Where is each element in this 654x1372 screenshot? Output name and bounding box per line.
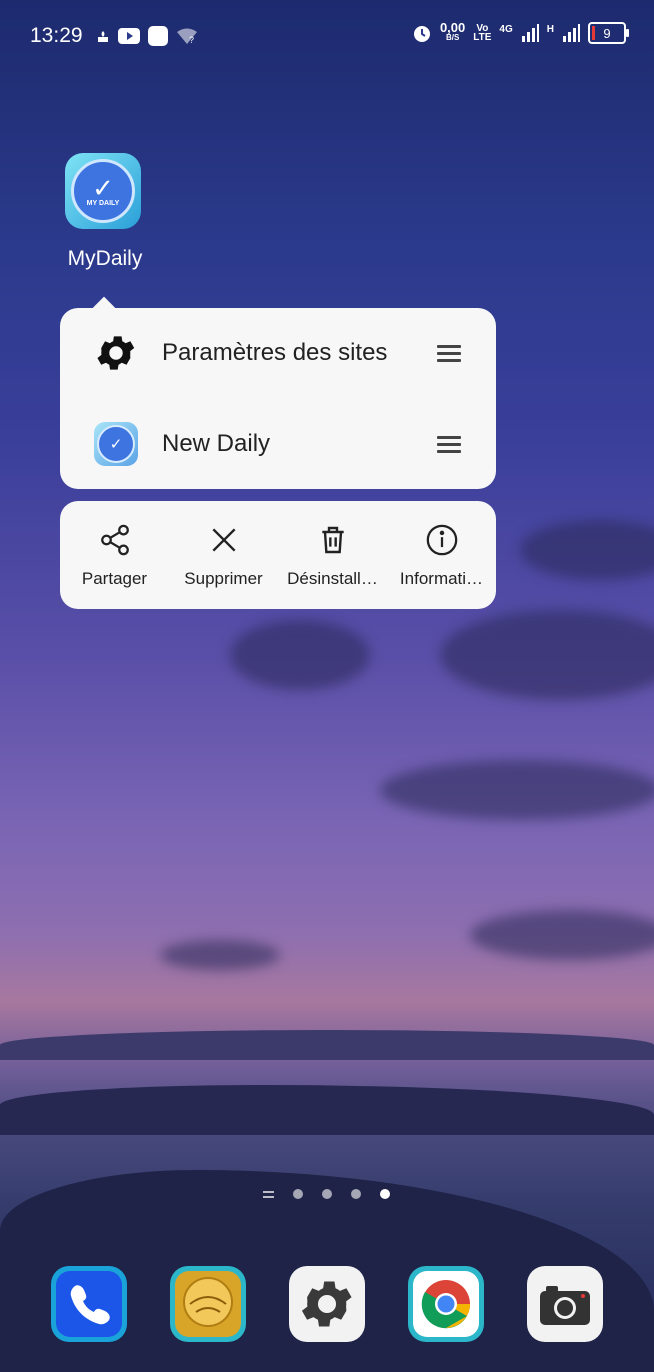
alarm-icon (413, 26, 430, 42)
share-icon (98, 521, 132, 559)
action-label: Désinstall… (287, 569, 378, 588)
shortcut-menu: Paramètres des sites ✓ New Daily (60, 308, 496, 489)
close-icon (208, 521, 240, 559)
status-bar: 13:29 ? 0,00 B/S Vo LTE 4G H 9 (0, 0, 654, 72)
shortcut-new-daily[interactable]: ✓ New Daily (60, 399, 496, 489)
mosque-icon (98, 31, 108, 42)
notification-icons: ? (96, 26, 198, 46)
svg-text:?: ? (189, 35, 194, 45)
dock-chrome[interactable] (408, 1266, 484, 1342)
dock-camera[interactable] (527, 1266, 603, 1342)
app-info-button[interactable]: Informati… (387, 501, 496, 609)
drag-handle-icon[interactable] (437, 341, 461, 366)
shortcut-label: Paramètres des sites (162, 339, 388, 366)
dock-quran[interactable] (170, 1266, 246, 1342)
page-dot[interactable] (293, 1189, 303, 1199)
feed-page-indicator[interactable] (263, 1190, 274, 1198)
page-dot[interactable] (322, 1189, 332, 1199)
app-mydaily[interactable]: ✓ MY DAILY MyDaily (65, 153, 143, 271)
trash-icon (317, 521, 349, 559)
camera-icon (540, 1286, 590, 1325)
chrome-icon (413, 1271, 479, 1337)
action-label: Informati… (399, 569, 484, 588)
phone-icon (56, 1271, 122, 1337)
uninstall-button[interactable]: Désinstall… (278, 501, 387, 609)
remove-button[interactable]: Supprimer (169, 501, 278, 609)
youtube-icon (118, 28, 140, 44)
action-label: Partager (81, 569, 148, 588)
app-icon: ✓ (93, 421, 139, 467)
shortcut-label: New Daily (162, 430, 271, 457)
page-dot-active[interactable] (380, 1189, 390, 1199)
app-notification-icon (148, 26, 168, 46)
gear-icon (93, 330, 139, 376)
info-icon (425, 521, 459, 559)
page-dot[interactable] (351, 1189, 361, 1199)
mydaily-app-icon[interactable]: ✓ MY DAILY (65, 153, 141, 229)
net-h-label: H (546, 23, 554, 35)
dock-phone[interactable] (51, 1266, 127, 1342)
page-indicator (263, 1189, 390, 1199)
status-right: 0,00 B/S Vo LTE 4G H 9 (412, 20, 629, 44)
gear-icon (301, 1281, 352, 1327)
signal-icon-1 (521, 24, 539, 42)
app-label: MyDaily (67, 247, 143, 270)
signal-icon-2 (563, 24, 580, 42)
net-4g-label: 4G (499, 23, 513, 35)
status-time: 13:29 (30, 24, 83, 47)
drag-handle-icon[interactable] (437, 432, 461, 457)
action-label: Supprimer (184, 569, 263, 588)
shortcut-site-settings[interactable]: Paramètres des sites (60, 308, 496, 398)
dock-settings[interactable] (289, 1266, 365, 1342)
net-speed: 0,00 B/S (439, 20, 466, 42)
volte-indicator: Vo LTE (473, 23, 492, 43)
share-button[interactable]: Partager (60, 501, 169, 609)
quran-icon (175, 1271, 241, 1337)
app-actions-bar: Partager Supprimer Désinstall… Informati… (60, 501, 496, 609)
wifi-unknown-icon: ? (177, 28, 197, 45)
battery-icon: 9 (588, 22, 629, 44)
